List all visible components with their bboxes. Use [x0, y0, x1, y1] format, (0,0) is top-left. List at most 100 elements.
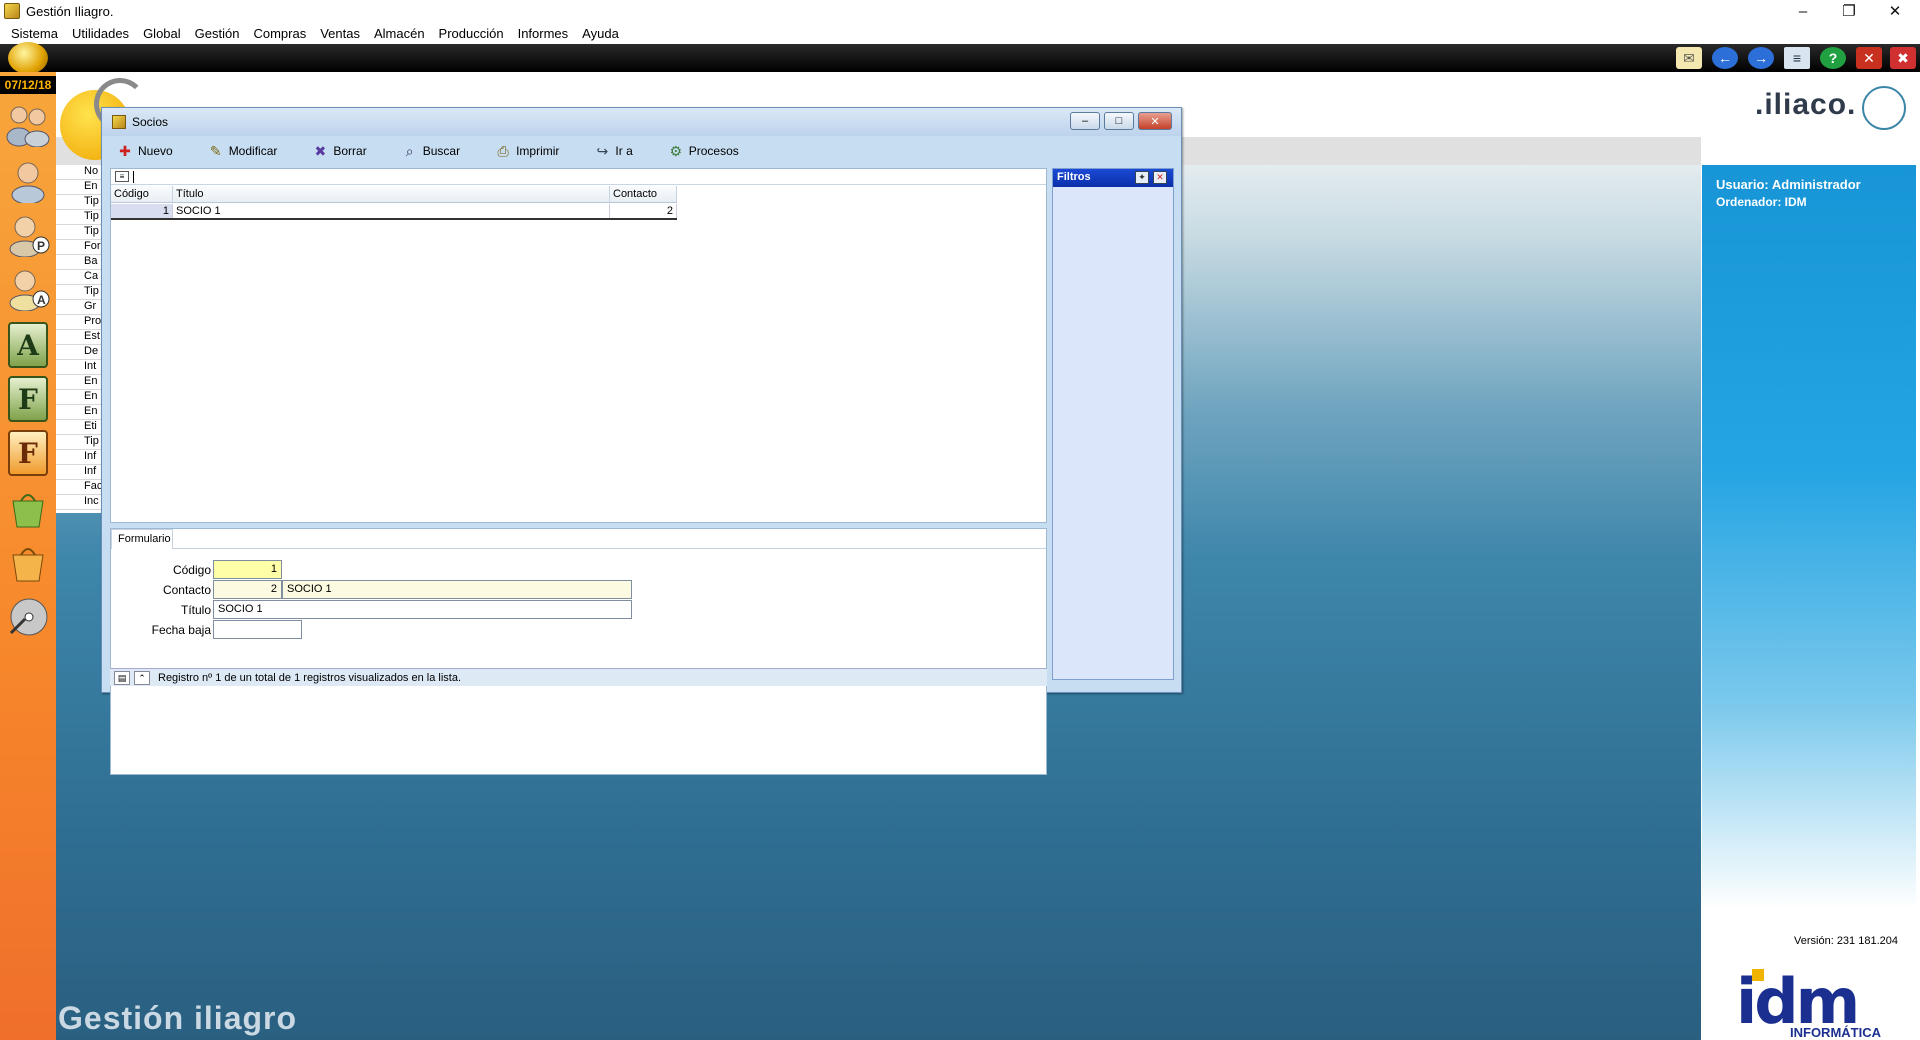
- modificar-button[interactable]: ✎ Modificar: [201, 139, 282, 163]
- records-grid: ≡ Código Título Contacto 1 SOCIO 1 2: [110, 168, 1047, 523]
- procesos-button[interactable]: ⚙ Procesos: [661, 139, 743, 163]
- letter-a-icon[interactable]: A: [8, 322, 48, 368]
- home-orb-icon[interactable]: [8, 42, 48, 74]
- list-item: Est: [56, 330, 101, 345]
- window-maximize-button[interactable]: □: [1104, 112, 1134, 130]
- cell-titulo: SOCIO 1: [173, 204, 610, 218]
- list-item: Eti: [56, 420, 101, 435]
- menu-gestion[interactable]: Gestión: [195, 26, 240, 41]
- menu-ventas[interactable]: Ventas: [320, 26, 360, 41]
- list-item: Pro: [56, 315, 101, 330]
- titulo-label: Título: [180, 603, 211, 617]
- user-label: Usuario: Administrador: [1716, 177, 1861, 192]
- close-window-icon[interactable]: ✕: [1856, 47, 1882, 69]
- list-item: Tip: [56, 195, 101, 210]
- forward-arrow-icon[interactable]: →: [1748, 47, 1774, 69]
- menu-produccion[interactable]: Producción: [439, 26, 504, 41]
- list-item: Ba: [56, 255, 101, 270]
- idm-logo-subtitle: INFORMÁTICA: [1790, 1025, 1881, 1040]
- shopping-bag-green-icon[interactable]: [4, 486, 52, 532]
- imprimir-button[interactable]: ⎙ Imprimir: [488, 139, 563, 163]
- user-icon[interactable]: [4, 158, 52, 204]
- list-item: En: [56, 390, 101, 405]
- list-item: De: [56, 345, 101, 360]
- user-a-icon[interactable]: A: [4, 266, 52, 312]
- collapse-up-icon[interactable]: ⌃: [134, 670, 150, 685]
- pin-icon[interactable]: ✦: [1135, 171, 1149, 184]
- minimize-button[interactable]: –: [1780, 0, 1826, 22]
- filters-title: Filtros: [1057, 171, 1091, 183]
- menu-ayuda[interactable]: Ayuda: [582, 26, 619, 41]
- list-item: Tip: [56, 285, 101, 300]
- window-close-button[interactable]: ✕: [1138, 112, 1172, 130]
- user-p-icon[interactable]: P: [4, 212, 52, 258]
- column-header-contacto[interactable]: Contacto: [610, 186, 677, 202]
- filters-header: Filtros ✦ ✕: [1053, 169, 1173, 187]
- fecha-baja-field[interactable]: [213, 620, 302, 639]
- shopping-bag-orange-icon[interactable]: [4, 540, 52, 586]
- app-icon: [4, 3, 20, 19]
- menu-utilidades[interactable]: Utilidades: [72, 26, 129, 41]
- window-minimize-button[interactable]: –: [1070, 112, 1100, 130]
- socios-window: Socios – □ ✕ ✚ Nuevo ✎ Modificar ✖ Borrar ⌕…: [101, 107, 1182, 775]
- calculator-icon[interactable]: ≡: [1784, 47, 1810, 69]
- tab-formulario[interactable]: Formulario: [111, 529, 173, 549]
- close-button[interactable]: ✕: [1872, 0, 1918, 22]
- ir-a-button[interactable]: ↪ Ir a: [587, 139, 636, 163]
- cell-codigo: 1: [111, 204, 173, 218]
- goto-icon: ↪: [596, 142, 609, 159]
- list-item: En: [56, 405, 101, 420]
- letter-f-icon[interactable]: F: [8, 376, 48, 422]
- window-title: Socios: [132, 115, 169, 129]
- menu-sistema[interactable]: Sistema: [11, 26, 58, 41]
- list-item: En: [56, 180, 101, 195]
- list-item: Fac: [56, 480, 101, 495]
- help-icon[interactable]: ?: [1820, 47, 1846, 69]
- left-sidebar: 07/12/18 P A A F F: [0, 72, 56, 1040]
- bottom-app-title: Gestión iliagro: [58, 1000, 298, 1036]
- column-header-titulo[interactable]: Título: [173, 186, 610, 202]
- status-text: Registro nº 1 de un total de 1 registros…: [158, 671, 462, 684]
- titulo-field[interactable]: SOCIO 1: [213, 600, 632, 619]
- grid-options-icon[interactable]: ≡: [115, 171, 129, 182]
- back-arrow-icon[interactable]: ←: [1712, 47, 1738, 69]
- grid-search-input[interactable]: [133, 171, 134, 183]
- iliaco-logo-circle: [1862, 86, 1906, 130]
- list-item: En: [56, 375, 101, 390]
- computer-label: Ordenador: IDM: [1716, 195, 1807, 209]
- app-title-bar: Gestión Iliagro. – ❐ ✕: [0, 0, 1920, 22]
- printer-icon: ⎙: [497, 142, 509, 159]
- letter-f-orange-icon[interactable]: F: [8, 430, 48, 476]
- folder-icon[interactable]: ▤: [114, 670, 130, 685]
- table-row[interactable]: 1 SOCIO 1 2: [111, 204, 677, 220]
- socios-window-title-bar[interactable]: Socios – □ ✕: [102, 108, 1181, 136]
- cell-contacto: 2: [610, 204, 677, 218]
- column-header-codigo[interactable]: Código: [111, 186, 173, 202]
- close-all-icon[interactable]: ✖: [1890, 47, 1916, 69]
- menu-compras[interactable]: Compras: [253, 26, 306, 41]
- list-item: Inf: [56, 465, 101, 480]
- search-icon: ⌕: [405, 142, 414, 159]
- list-item: Int: [56, 360, 101, 375]
- contacto-name-field: SOCIO 1: [282, 580, 632, 599]
- nuevo-button[interactable]: ✚ Nuevo: [110, 139, 177, 163]
- borrar-button[interactable]: ✖ Borrar: [305, 139, 370, 163]
- users-group-icon[interactable]: [4, 102, 52, 148]
- contacto-code-field[interactable]: 2: [213, 580, 282, 599]
- buscar-button[interactable]: ⌕ Buscar: [395, 139, 464, 163]
- iliaco-logo: .iliaco.: [1755, 88, 1857, 121]
- restore-button[interactable]: ❐: [1826, 0, 1872, 22]
- menu-informes[interactable]: Informes: [518, 26, 569, 41]
- menu-almacen[interactable]: Almacén: [374, 26, 425, 41]
- filters-close-icon[interactable]: ✕: [1153, 171, 1167, 184]
- grid-search-bar: ≡: [111, 169, 1046, 185]
- disc-tools-icon[interactable]: [4, 594, 52, 640]
- menu-global[interactable]: Global: [143, 26, 181, 41]
- tab-divider: [172, 548, 1046, 549]
- codigo-field[interactable]: 1: [213, 560, 282, 579]
- filters-pane: Filtros ✦ ✕: [1052, 168, 1174, 680]
- list-item: Ca: [56, 270, 101, 285]
- svg-text:A: A: [37, 293, 46, 307]
- codigo-label: Código: [172, 563, 211, 577]
- mail-icon[interactable]: ✉: [1676, 47, 1702, 69]
